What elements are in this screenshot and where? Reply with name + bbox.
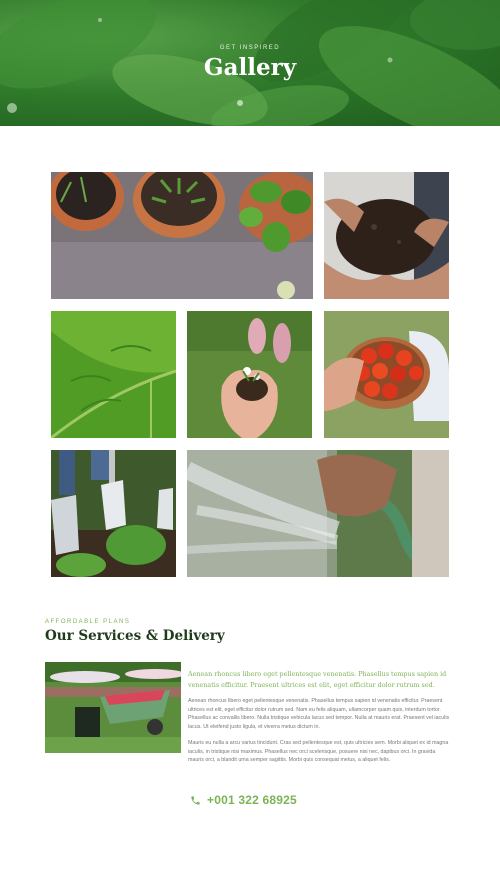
services-paragraph-1: Aenean rhoncus libero eget pellentesque …	[188, 698, 450, 730]
gallery-image-hands-flower[interactable]	[187, 311, 312, 438]
gallery-image-green-leaf[interactable]	[51, 311, 176, 438]
gallery-image-potted-seedlings[interactable]	[51, 172, 313, 299]
garden-hose-watering-photo	[187, 450, 449, 577]
green-leaf-closeup-photo	[51, 311, 176, 438]
wheelbarrow-image	[45, 662, 181, 753]
phone-link[interactable]: +001 322 68925	[190, 793, 297, 807]
hands-holding-soil-photo	[324, 172, 449, 299]
services-eyebrow: AFFORDABLE PLANS	[45, 619, 131, 625]
phone-number: +001 322 68925	[207, 793, 297, 807]
gallery-image-shovel[interactable]	[51, 450, 176, 577]
hero-banner: GET INSPIRED Gallery	[0, 0, 500, 126]
shovel-digging-photo	[51, 450, 176, 577]
hero-eyebrow: GET INSPIRED	[219, 45, 281, 51]
tomato-bowl-photo	[324, 311, 449, 438]
page-title: Gallery	[203, 54, 297, 81]
gallery-image-watering-hose[interactable]	[187, 450, 449, 577]
gallery-image-tomatoes[interactable]	[324, 311, 449, 438]
services-title: Our Services & Delivery	[45, 628, 225, 644]
gallery-image-hands-soil[interactable]	[324, 172, 449, 299]
services-paragraph-2: Mauris eu nulla a arcu varius tincidunt.…	[188, 740, 449, 764]
services-lead: Aenean rhoncus libero eget pellentesque …	[188, 670, 447, 689]
hands-holding-flower-photo	[187, 311, 312, 438]
potted-seedlings-photo	[51, 172, 313, 299]
wheelbarrow-photo	[45, 662, 181, 753]
phone-icon	[191, 795, 200, 805]
